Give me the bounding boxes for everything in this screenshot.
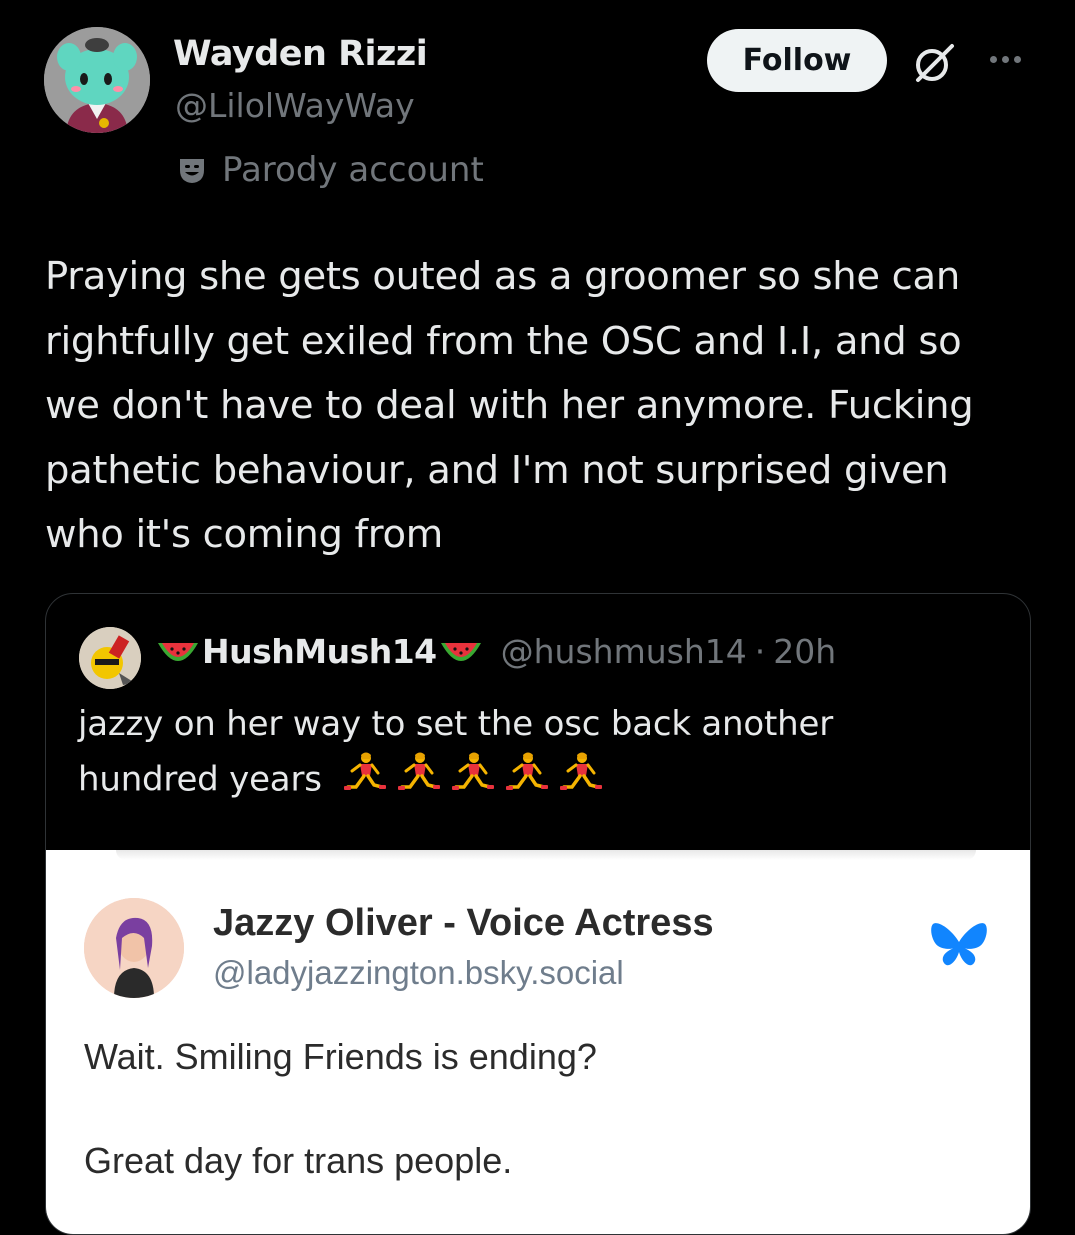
quoted-handle: @hushmush14 [500, 632, 747, 671]
quoted-display-name[interactable]: HushMush14 [202, 632, 437, 671]
quoted-post[interactable]: HushMush14 @hushmush14 · 20h jazzy on he… [45, 593, 1031, 1235]
quoted-text-line1: jazzy on her way to set the osc back ano… [78, 704, 833, 744]
embedded-text-line2: Great day for trans people. [84, 1140, 513, 1181]
mask-icon [180, 159, 204, 183]
running-woman-emoji [506, 752, 549, 790]
embedded-handle: @ladyjazzington.bsky.social [213, 954, 624, 991]
watermelon-icon [158, 642, 198, 661]
running-woman-emoji [452, 752, 495, 790]
quoted-text: jazzy on her way to set the osc back ano… [78, 697, 998, 811]
watermelon-icon [440, 642, 481, 661]
embedded-author-avatar [84, 898, 184, 998]
quoted-author-avatar [79, 627, 141, 689]
grok-icon[interactable] [912, 40, 958, 86]
more-options-icon[interactable] [980, 44, 1030, 74]
running-woman-emoji [560, 752, 603, 790]
post-text: Praying she gets outed as a groomer so s… [45, 254, 974, 557]
author-display-name[interactable]: Wayden Rizzi [173, 34, 428, 74]
running-woman-emoji [344, 752, 387, 790]
author-avatar[interactable] [44, 27, 150, 133]
quoted-text-line2: hundred years [78, 759, 322, 800]
bluesky-butterfly-icon [931, 923, 987, 966]
author-handle[interactable]: @LilolWayWay [175, 86, 415, 125]
follow-button[interactable]: Follow [707, 29, 887, 92]
running-woman-emoji-row [340, 751, 610, 811]
running-woman-emoji [398, 752, 441, 790]
parody-label-text: Parody account [222, 150, 484, 190]
embedded-text-line1: Wait. Smiling Friends is ending? [84, 1036, 597, 1077]
quoted-author-row[interactable]: HushMush14 @hushmush14 · 20h [156, 632, 836, 671]
separator-dot: · [754, 632, 766, 671]
embed-top-shadow [116, 850, 976, 860]
parody-label: Parody account [176, 150, 484, 190]
embedded-screenshot[interactable]: Jazzy Oliver - Voice Actress @ladyjazzin… [46, 850, 1030, 1234]
embedded-display-name: Jazzy Oliver - Voice Actress [213, 902, 714, 944]
quoted-timestamp[interactable]: 20h [773, 632, 836, 671]
